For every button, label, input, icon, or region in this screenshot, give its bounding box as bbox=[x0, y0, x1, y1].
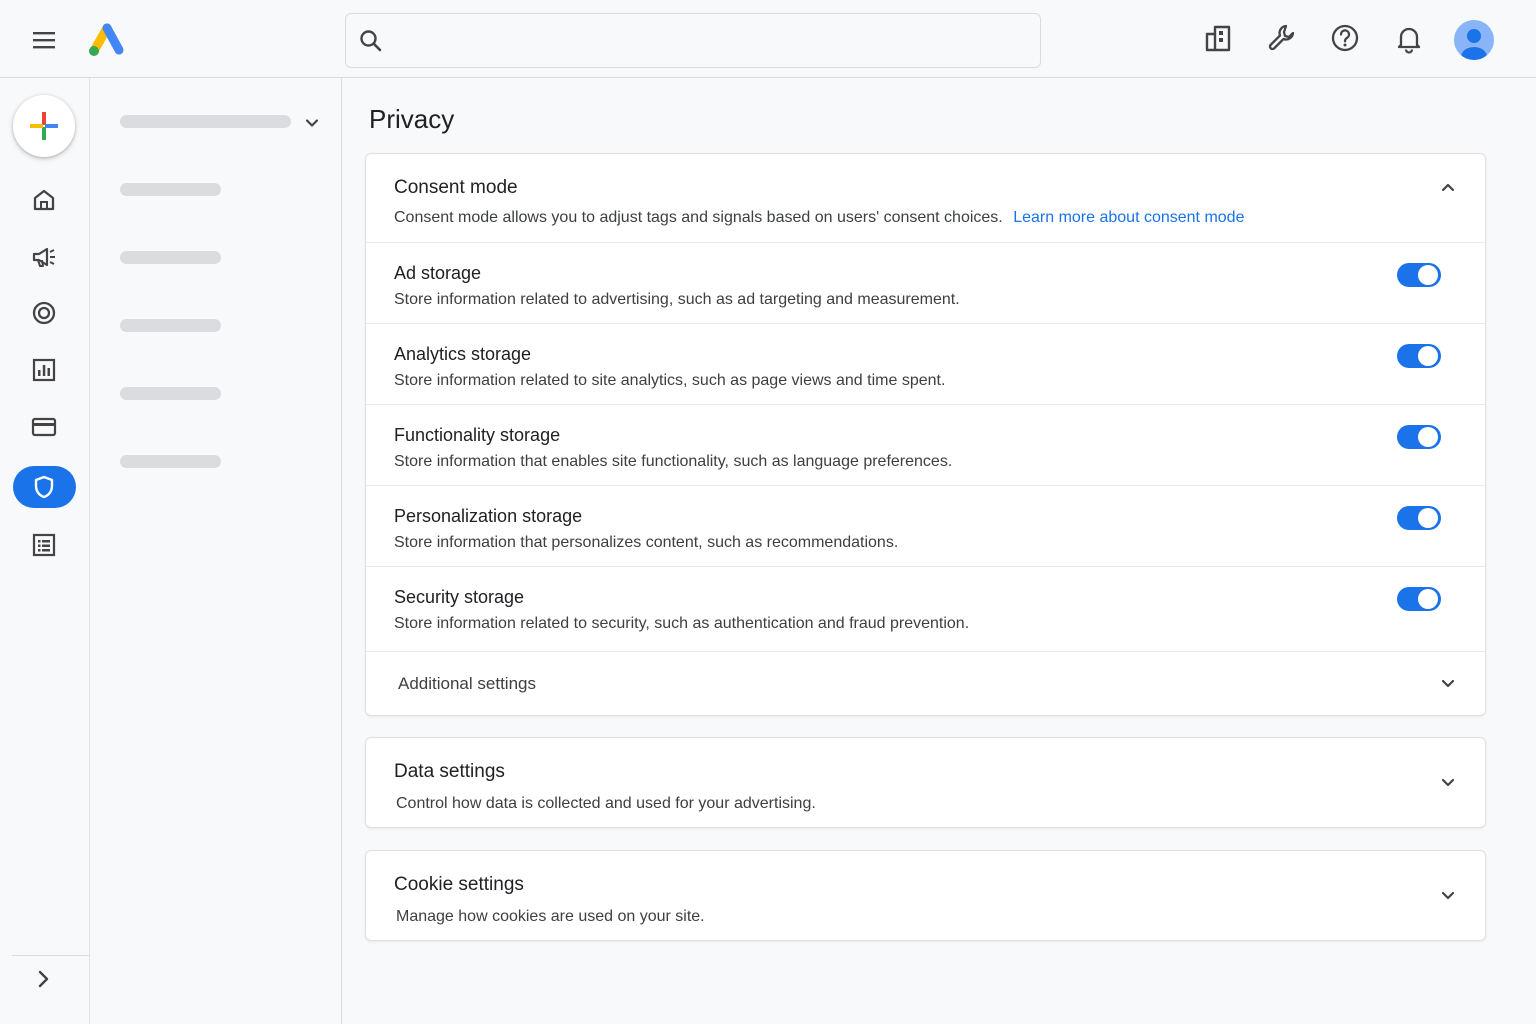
setting-title: Ad storage bbox=[394, 263, 482, 283]
consent-mode-title: Consent mode bbox=[394, 177, 518, 198]
setting-toggle[interactable] bbox=[1397, 425, 1441, 449]
chevron-down-icon[interactable] bbox=[1437, 885, 1459, 907]
rail-item-goals[interactable] bbox=[13, 292, 76, 334]
setting-title: Functionality storage bbox=[394, 425, 561, 445]
setting-title: Personalization storage bbox=[394, 506, 583, 526]
rail-item-campaigns[interactable] bbox=[13, 236, 76, 278]
menu-icon[interactable] bbox=[26, 22, 62, 58]
consent-setting-row: Functionality storage Store information t… bbox=[366, 405, 1485, 486]
rail-item-insights[interactable] bbox=[13, 349, 76, 391]
nav-rail bbox=[0, 78, 90, 1024]
toggle-knob bbox=[1418, 265, 1438, 285]
setting-description: Store information that personalizes cont… bbox=[394, 534, 899, 551]
setting-title: Security storage bbox=[394, 587, 525, 607]
rail-item-admin[interactable] bbox=[13, 466, 76, 508]
setting-toggle[interactable] bbox=[1397, 587, 1441, 611]
consent-setting-row: Ad storage Store information related to a… bbox=[366, 243, 1485, 324]
create-plus-icon bbox=[30, 112, 58, 140]
search-bar[interactable] bbox=[345, 13, 1041, 68]
cookie-settings-title: Cookie settings bbox=[394, 874, 524, 895]
setting-toggle[interactable] bbox=[1397, 344, 1441, 368]
data-settings-title: Data settings bbox=[394, 761, 505, 782]
toggle-knob bbox=[1418, 589, 1438, 609]
account-avatar[interactable] bbox=[1454, 20, 1494, 60]
setting-description: Store information related to site analyt… bbox=[394, 372, 946, 389]
consent-setting-row: Personalization storage Store information… bbox=[366, 486, 1485, 567]
bell-icon[interactable] bbox=[1393, 22, 1425, 54]
consent-setting-row: Analytics storage Store information relat… bbox=[366, 324, 1485, 405]
setting-toggle[interactable] bbox=[1397, 506, 1441, 530]
expand-chevron-icon[interactable] bbox=[30, 966, 56, 992]
setting-toggle[interactable] bbox=[1397, 263, 1441, 287]
setting-description: Store information that enables site func… bbox=[394, 453, 953, 470]
cookie-settings-card[interactable]: Cookie settings Manage how cookies are u… bbox=[365, 850, 1486, 941]
search-input[interactable] bbox=[396, 22, 1026, 60]
goals-target-icon bbox=[32, 301, 56, 325]
consent-mode-description: Consent mode allows you to adjust tags a… bbox=[394, 209, 1244, 227]
page-title: Privacy bbox=[369, 104, 455, 134]
nav-placeholder-item[interactable] bbox=[120, 455, 221, 468]
consent-setting-row: Security storage Store information relate… bbox=[366, 567, 1485, 648]
chevron-down-icon[interactable] bbox=[302, 113, 322, 133]
building-icon[interactable] bbox=[1202, 22, 1234, 54]
google-ads-logo[interactable] bbox=[86, 20, 126, 58]
data-settings-card[interactable]: Data settings Control how data is collec… bbox=[365, 737, 1486, 828]
rail-item-billing[interactable] bbox=[13, 406, 76, 448]
nav-placeholder-item[interactable] bbox=[120, 387, 221, 400]
help-icon[interactable] bbox=[1329, 22, 1361, 54]
top-bar bbox=[0, 0, 1536, 78]
chevron-up-icon[interactable] bbox=[1437, 176, 1459, 198]
rail-divider bbox=[12, 955, 90, 956]
nav-placeholder-item[interactable] bbox=[120, 251, 221, 264]
setting-title: Analytics storage bbox=[394, 344, 532, 364]
nav-placeholder-item[interactable] bbox=[120, 183, 221, 196]
setting-description: Store information related to security, s… bbox=[394, 615, 970, 632]
learn-more-link[interactable]: Learn more about consent mode bbox=[1013, 209, 1244, 226]
wrench-icon[interactable] bbox=[1266, 22, 1298, 54]
toggle-knob bbox=[1418, 346, 1438, 366]
home-icon bbox=[33, 189, 55, 211]
search-icon bbox=[360, 30, 382, 52]
chevron-down-icon[interactable] bbox=[1437, 673, 1459, 695]
cookie-settings-description: Manage how cookies are used on your site… bbox=[396, 908, 705, 925]
secondary-nav bbox=[90, 78, 342, 1024]
billing-card-icon bbox=[31, 417, 57, 437]
toggle-knob bbox=[1418, 427, 1438, 447]
consent-mode-card: Consent mode Consent mode allows you to … bbox=[365, 153, 1486, 716]
nav-placeholder-item[interactable] bbox=[120, 319, 221, 332]
additional-settings-toggle[interactable]: Additional settings bbox=[366, 652, 1485, 716]
consent-mode-description-text: Consent mode allows you to adjust tags a… bbox=[394, 209, 1003, 226]
toggle-knob bbox=[1418, 508, 1438, 528]
insights-chart-icon bbox=[32, 358, 56, 382]
rail-item-tools[interactable] bbox=[13, 524, 76, 566]
additional-settings-label: Additional settings bbox=[398, 674, 536, 693]
create-button[interactable] bbox=[13, 95, 75, 157]
rail-item-home[interactable] bbox=[13, 179, 76, 221]
data-settings-description: Control how data is collected and used f… bbox=[396, 795, 816, 812]
setting-description: Store information related to advertising… bbox=[394, 291, 960, 308]
nav-placeholder-header bbox=[120, 115, 291, 128]
admin-shield-icon bbox=[34, 475, 54, 499]
tools-list-icon bbox=[32, 533, 56, 557]
campaigns-megaphone-icon bbox=[32, 247, 55, 267]
chevron-down-icon[interactable] bbox=[1437, 772, 1459, 794]
